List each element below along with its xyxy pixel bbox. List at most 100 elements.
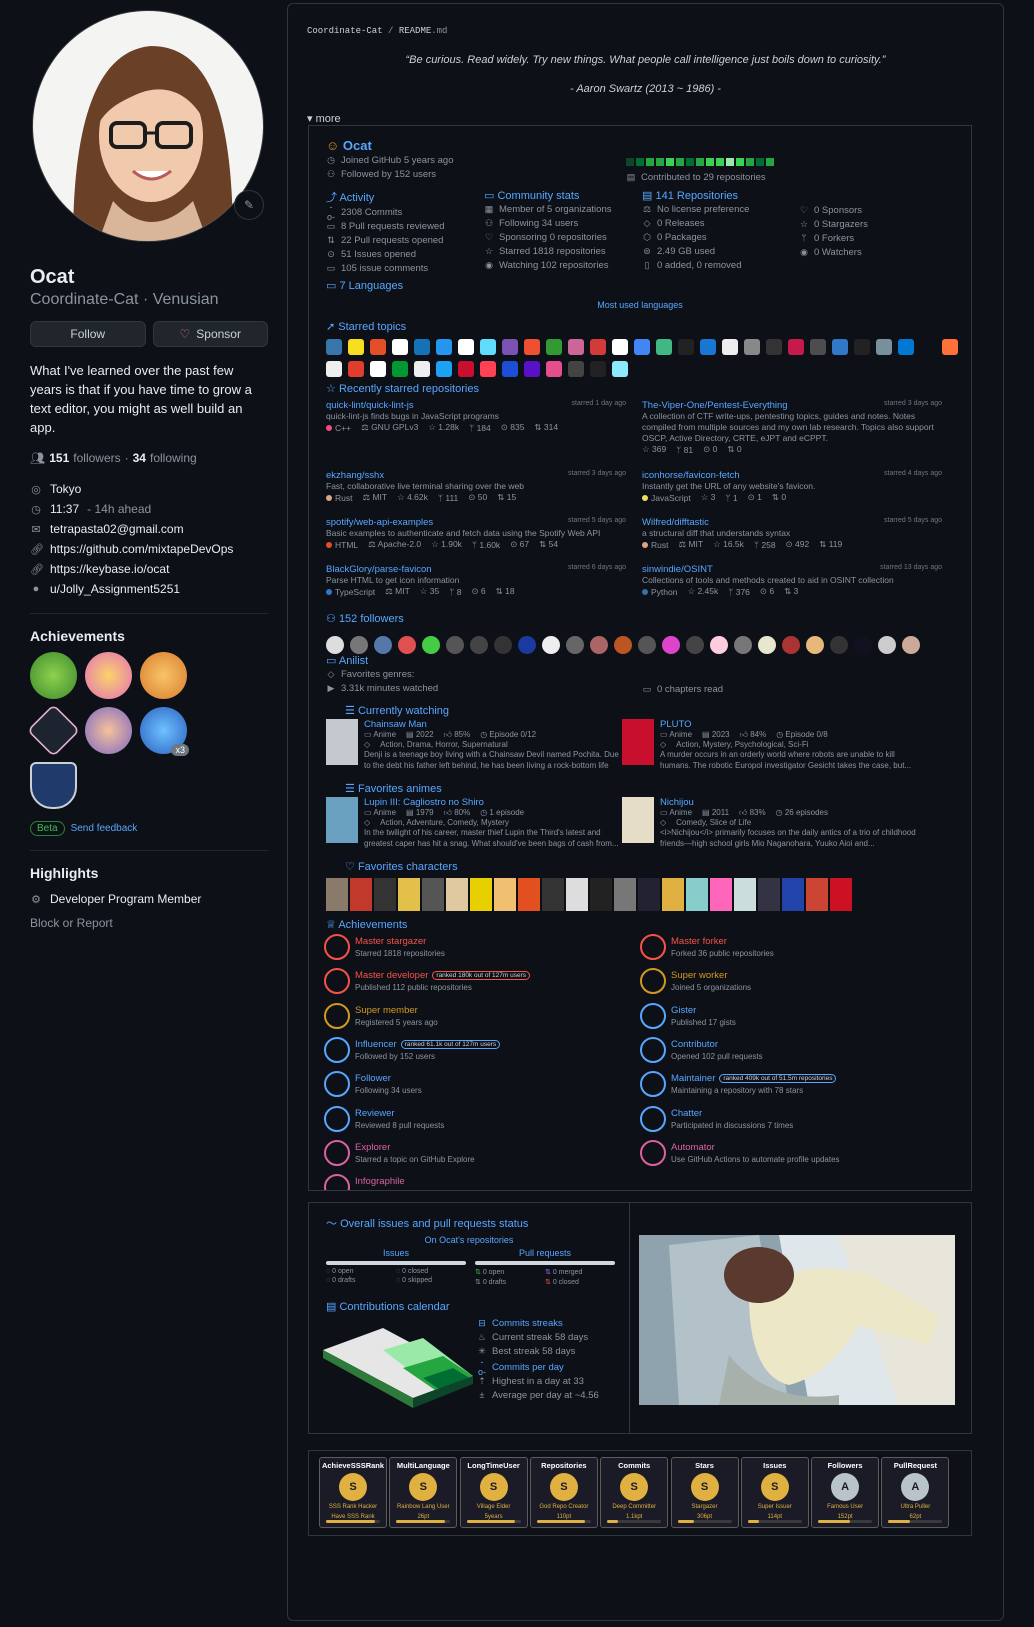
- follower-avatar[interactable]: [590, 636, 608, 654]
- character-portrait[interactable]: [542, 878, 564, 911]
- follower-avatar[interactable]: [638, 636, 656, 654]
- character-portrait[interactable]: [470, 878, 492, 911]
- topic-icon[interactable]: [832, 339, 848, 355]
- character-portrait[interactable]: [326, 878, 348, 911]
- topic-icon[interactable]: [568, 339, 584, 355]
- anime-card[interactable]: Chainsaw Man ▭ Anime ▤ 2022 👍︎ 85% ◷ Episod…: [326, 719, 626, 771]
- repo-card[interactable]: quick-lint/quick-lint-js starred 1 day ag…: [326, 400, 626, 433]
- social-link[interactable]: 🔗︎ https://github.com/mixtapeDevOps: [30, 539, 268, 559]
- character-portrait[interactable]: [830, 878, 852, 911]
- anime-title[interactable]: Lupin III: Cagliostro no Shiro: [364, 797, 626, 808]
- repo-name[interactable]: BlackGlory/parse-favicon: [326, 564, 432, 575]
- follower-avatar[interactable]: [686, 636, 704, 654]
- follower-avatar[interactable]: [398, 636, 416, 654]
- character-portrait[interactable]: [350, 878, 372, 911]
- followers-count[interactable]: 151: [49, 451, 69, 465]
- character-portrait[interactable]: [638, 878, 660, 911]
- repo-card[interactable]: iconhorse/favicon-fetch starred 4 days ag…: [642, 470, 942, 503]
- topic-icon[interactable]: [546, 361, 562, 377]
- metrics-user-name[interactable]: Ocat: [343, 138, 372, 153]
- anime-card[interactable]: Lupin III: Cagliostro no Shiro ▭ Anime ▤ …: [326, 797, 626, 849]
- follower-avatar[interactable]: [350, 636, 368, 654]
- topic-icon[interactable]: [414, 361, 430, 377]
- topic-icon[interactable]: [722, 339, 738, 355]
- follower-avatar[interactable]: [518, 636, 536, 654]
- following-label[interactable]: following: [150, 451, 197, 465]
- topic-icon[interactable]: [370, 361, 386, 377]
- follower-avatar[interactable]: [854, 636, 872, 654]
- topic-icon[interactable]: [458, 361, 474, 377]
- social-link[interactable]: ● u/Jolly_Assignment5251: [30, 579, 268, 599]
- follower-avatar[interactable]: [734, 636, 752, 654]
- link-text[interactable]: https://keybase.io/ocat: [50, 562, 169, 576]
- topic-icon[interactable]: [810, 339, 826, 355]
- character-portrait[interactable]: [566, 878, 588, 911]
- topic-icon[interactable]: [502, 339, 518, 355]
- character-portrait[interactable]: [662, 878, 684, 911]
- follower-avatar[interactable]: [782, 636, 800, 654]
- highlight-text[interactable]: Developer Program Member: [50, 892, 201, 906]
- follower-avatar[interactable]: [494, 636, 512, 654]
- block-report-link[interactable]: Block or Report: [30, 913, 268, 933]
- repo-name[interactable]: spotify/web-api-examples: [326, 517, 433, 528]
- repo-card[interactable]: Wilfred/difftastic starred 5 days ago a s…: [642, 517, 942, 550]
- trophy-card[interactable]: AchieveSSSRank S SSS Rank Hacker Have SS…: [319, 1457, 387, 1528]
- topic-icon[interactable]: [788, 339, 804, 355]
- repo-name[interactable]: ekzhang/sshx: [326, 470, 384, 481]
- topic-icon[interactable]: [700, 339, 716, 355]
- follower-avatar[interactable]: [614, 636, 632, 654]
- repo-name[interactable]: quick-lint/quick-lint-js: [326, 400, 414, 411]
- topic-icon[interactable]: [524, 339, 540, 355]
- anime-title[interactable]: Nichijou: [660, 797, 922, 808]
- topic-icon[interactable]: [546, 339, 562, 355]
- character-portrait[interactable]: [782, 878, 804, 911]
- character-portrait[interactable]: [758, 878, 780, 911]
- topic-icon[interactable]: [392, 339, 408, 355]
- character-portrait[interactable]: [614, 878, 636, 911]
- repo-card[interactable]: The-Viper-One/Pentest-Everything starred …: [642, 400, 942, 455]
- anime-card[interactable]: PLUTO ▭ Anime ▤ 2023 👍︎ 84% ◷ Episode 0/8 ◇…: [622, 719, 922, 771]
- achievement-badge[interactable]: [140, 652, 187, 699]
- repo-name[interactable]: sinwindie/OSINT: [642, 564, 713, 575]
- repo-name[interactable]: Wilfred/difftastic: [642, 517, 709, 528]
- follower-avatar[interactable]: [806, 636, 824, 654]
- achievement-badge[interactable]: [30, 762, 77, 809]
- follower-avatar[interactable]: [566, 636, 584, 654]
- topic-icon[interactable]: [590, 361, 606, 377]
- topic-icon[interactable]: [568, 361, 584, 377]
- character-portrait[interactable]: [686, 878, 708, 911]
- follower-avatar[interactable]: [374, 636, 392, 654]
- follower-avatar[interactable]: [470, 636, 488, 654]
- topic-icon[interactable]: [590, 339, 606, 355]
- sponsor-button[interactable]: ♡ Sponsor: [152, 321, 268, 347]
- achievement-badge[interactable]: x3: [140, 707, 189, 756]
- topic-icon[interactable]: [480, 339, 496, 355]
- character-portrait[interactable]: [398, 878, 420, 911]
- repo-card[interactable]: spotify/web-api-examples starred 5 days a…: [326, 517, 626, 550]
- anime-card[interactable]: Nichijou ▭ Anime ▤ 2011 👍︎ 83% ◷ 26 episode…: [622, 797, 922, 849]
- character-portrait[interactable]: [446, 878, 468, 911]
- following-count[interactable]: 34: [133, 451, 146, 465]
- trophy-card[interactable]: Followers A Famous User 152pt: [811, 1457, 880, 1528]
- follower-avatar[interactable]: [422, 636, 440, 654]
- follower-avatar[interactable]: [326, 636, 344, 654]
- character-portrait[interactable]: [590, 878, 612, 911]
- metrics-user[interactable]: ☺ Ocat: [326, 138, 453, 153]
- topic-icon[interactable]: [766, 339, 782, 355]
- highlight-item[interactable]: ⚙ Developer Program Member: [30, 889, 268, 909]
- achievement-badge[interactable]: [26, 703, 81, 758]
- topic-icon[interactable]: [876, 339, 892, 355]
- topic-icon[interactable]: [744, 339, 760, 355]
- followers-label[interactable]: followers: [73, 451, 120, 465]
- trophy-card[interactable]: PullRequest A Ultra Puller 62pt: [881, 1457, 950, 1528]
- topic-icon[interactable]: [370, 339, 386, 355]
- anime-title[interactable]: PLUTO: [660, 719, 922, 730]
- topic-icon[interactable]: [524, 361, 540, 377]
- topic-icon[interactable]: [326, 361, 342, 377]
- follower-avatar[interactable]: [542, 636, 560, 654]
- topic-icon[interactable]: [502, 361, 518, 377]
- follower-avatar[interactable]: [878, 636, 896, 654]
- topic-icon[interactable]: [414, 339, 430, 355]
- email-link[interactable]: ✉ tetrapasta02@gmail.com: [30, 519, 268, 539]
- achievement-badge[interactable]: [30, 652, 77, 699]
